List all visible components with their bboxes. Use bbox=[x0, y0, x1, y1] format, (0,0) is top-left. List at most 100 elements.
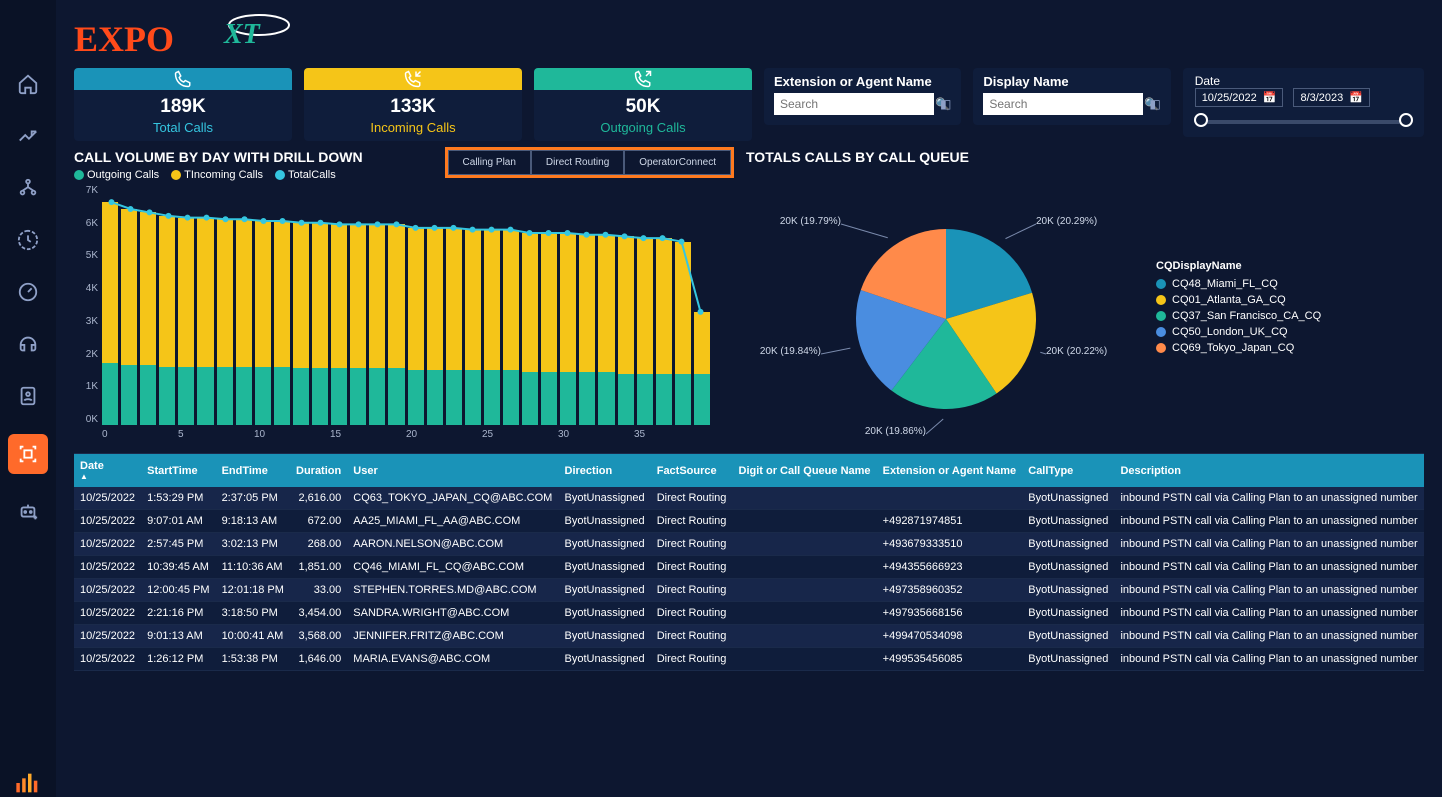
bar-column[interactable] bbox=[465, 185, 481, 425]
bar-column[interactable] bbox=[255, 185, 271, 425]
bar-column[interactable] bbox=[694, 185, 710, 425]
col-header[interactable]: StartTime bbox=[141, 454, 215, 487]
col-header[interactable]: FactSource bbox=[651, 454, 733, 487]
bar-column[interactable] bbox=[637, 185, 653, 425]
pie-legend-item[interactable]: CQ48_Miami_FL_CQ bbox=[1156, 278, 1321, 290]
bar-column[interactable] bbox=[140, 185, 156, 425]
date-slider[interactable] bbox=[1195, 113, 1412, 127]
bar-column[interactable] bbox=[541, 185, 557, 425]
pie-legend-item[interactable]: CQ01_Atlanta_GA_CQ bbox=[1156, 294, 1321, 306]
bar-column[interactable] bbox=[522, 185, 538, 425]
bar-column[interactable] bbox=[274, 185, 290, 425]
table-cell: AA25_MIAMI_FL_AA@ABC.COM bbox=[347, 510, 558, 533]
nav-gauge-icon[interactable] bbox=[14, 278, 42, 306]
bar-column[interactable] bbox=[484, 185, 500, 425]
col-header[interactable]: CallType bbox=[1022, 454, 1114, 487]
bar-column[interactable] bbox=[618, 185, 634, 425]
bar-column[interactable] bbox=[102, 185, 118, 425]
bar-column[interactable] bbox=[656, 185, 672, 425]
filter-display-input[interactable] bbox=[989, 97, 1144, 111]
filter-extension-search[interactable]: 🔍 bbox=[774, 93, 934, 115]
phone-icon bbox=[174, 70, 192, 88]
col-header[interactable]: EndTime bbox=[216, 454, 290, 487]
pie-legend-item[interactable]: CQ37_San Francisco_CA_CQ bbox=[1156, 310, 1321, 322]
phone-in-icon bbox=[404, 70, 422, 88]
col-header[interactable]: Duration bbox=[290, 454, 347, 487]
filter-display-label: Display Name bbox=[983, 74, 1160, 89]
table-cell: Direct Routing bbox=[651, 579, 733, 602]
bar-chart[interactable]: 7K6K5K4K3K2K1K0K bbox=[74, 185, 714, 445]
nav-org-icon[interactable] bbox=[14, 174, 42, 202]
bar-column[interactable] bbox=[388, 185, 404, 425]
bar-column[interactable] bbox=[675, 185, 691, 425]
table-cell: Direct Routing bbox=[651, 556, 733, 579]
tab-operator-connect[interactable]: OperatorConnect bbox=[624, 150, 731, 175]
pie-slice-label: 20K (20.29%) bbox=[1036, 216, 1097, 227]
legend-item[interactable]: TIncoming Calls bbox=[171, 169, 263, 181]
table-row[interactable]: 10/25/20229:07:01 AM9:18:13 AM672.00AA25… bbox=[74, 510, 1424, 533]
nav-time-icon[interactable] bbox=[14, 226, 42, 254]
bar-column[interactable] bbox=[427, 185, 443, 425]
bar-column[interactable] bbox=[236, 185, 252, 425]
bar-column[interactable] bbox=[579, 185, 595, 425]
nav-headset-icon[interactable] bbox=[14, 330, 42, 358]
bar-column[interactable] bbox=[598, 185, 614, 425]
bar-column[interactable] bbox=[503, 185, 519, 425]
legend-item[interactable]: TotalCalls bbox=[275, 169, 336, 181]
nav-scan-icon[interactable] bbox=[8, 434, 48, 474]
nav-bot-add-icon[interactable] bbox=[14, 498, 42, 526]
kpi-label: Outgoing Calls bbox=[534, 120, 752, 141]
table-row[interactable]: 10/25/20221:53:29 PM2:37:05 PM2,616.00CQ… bbox=[74, 487, 1424, 510]
bar-column[interactable] bbox=[446, 185, 462, 425]
table-row[interactable]: 10/25/20221:26:12 PM1:53:38 PM1,646.00MA… bbox=[74, 648, 1424, 671]
bar-column[interactable] bbox=[121, 185, 137, 425]
nav-trend-icon[interactable] bbox=[14, 122, 42, 150]
table-row[interactable]: 10/25/20229:01:13 AM10:00:41 AM3,568.00J… bbox=[74, 625, 1424, 648]
table-row[interactable]: 10/25/202212:00:45 PM12:01:18 PM33.00STE… bbox=[74, 579, 1424, 602]
eraser-icon[interactable]: ◧ bbox=[1149, 97, 1160, 111]
tab-direct-routing[interactable]: Direct Routing bbox=[531, 150, 624, 175]
table-row[interactable]: 10/25/20222:21:16 PM3:18:50 PM3,454.00SA… bbox=[74, 602, 1424, 625]
date-from-chip[interactable]: 10/25/2022📅 bbox=[1195, 88, 1284, 107]
filter-extension-input[interactable] bbox=[780, 97, 935, 111]
kpi-card-1[interactable]: 133K Incoming Calls bbox=[304, 68, 522, 141]
col-header[interactable]: Description bbox=[1114, 454, 1424, 487]
call-table[interactable]: Date▲StartTimeEndTimeDurationUserDirecti… bbox=[74, 453, 1424, 787]
legend-item[interactable]: Outgoing Calls bbox=[74, 169, 159, 181]
filter-display-search[interactable]: 🔍 bbox=[983, 93, 1143, 115]
col-header[interactable]: Date▲ bbox=[74, 454, 141, 487]
bar-column[interactable] bbox=[350, 185, 366, 425]
bar-column[interactable] bbox=[312, 185, 328, 425]
col-header[interactable]: Direction bbox=[559, 454, 651, 487]
bar-column[interactable] bbox=[293, 185, 309, 425]
date-to-chip[interactable]: 8/3/2023📅 bbox=[1293, 88, 1370, 107]
bar-column[interactable] bbox=[159, 185, 175, 425]
bar-column[interactable] bbox=[331, 185, 347, 425]
col-header[interactable]: Digit or Call Queue Name bbox=[733, 454, 877, 487]
kpi-label: Incoming Calls bbox=[304, 120, 522, 141]
slider-thumb-right[interactable] bbox=[1399, 113, 1413, 127]
pie-chart[interactable]: 20K (20.29%)20K (20.22%)20K (19.86%)20K … bbox=[746, 179, 1126, 439]
table-row[interactable]: 10/25/202210:39:45 AM11:10:36 AM1,851.00… bbox=[74, 556, 1424, 579]
pie-slice-label: 20K (20.22%) bbox=[1046, 346, 1107, 357]
table-cell: ByotUnassigned bbox=[1022, 648, 1114, 671]
kpi-card-0[interactable]: 189K Total Calls bbox=[74, 68, 292, 141]
col-header[interactable]: Extension or Agent Name bbox=[877, 454, 1023, 487]
bar-column[interactable] bbox=[217, 185, 233, 425]
table-row[interactable]: 10/25/20222:57:45 PM3:02:13 PM268.00AARO… bbox=[74, 533, 1424, 556]
bar-column[interactable] bbox=[408, 185, 424, 425]
nav-home-icon[interactable] bbox=[14, 70, 42, 98]
pie-legend-item[interactable]: CQ69_Tokyo_Japan_CQ bbox=[1156, 342, 1321, 354]
bar-column[interactable] bbox=[178, 185, 194, 425]
slider-thumb-left[interactable] bbox=[1194, 113, 1208, 127]
kpi-card-2[interactable]: 50K Outgoing Calls bbox=[534, 68, 752, 141]
bar-column[interactable] bbox=[560, 185, 576, 425]
table-cell: 10/25/2022 bbox=[74, 625, 141, 648]
eraser-icon[interactable]: ◧ bbox=[940, 97, 951, 111]
tab-calling-plan[interactable]: Calling Plan bbox=[448, 150, 531, 175]
nav-contact-icon[interactable] bbox=[14, 382, 42, 410]
col-header[interactable]: User bbox=[347, 454, 558, 487]
bar-column[interactable] bbox=[369, 185, 385, 425]
pie-legend-item[interactable]: CQ50_London_UK_CQ bbox=[1156, 326, 1321, 338]
bar-column[interactable] bbox=[197, 185, 213, 425]
